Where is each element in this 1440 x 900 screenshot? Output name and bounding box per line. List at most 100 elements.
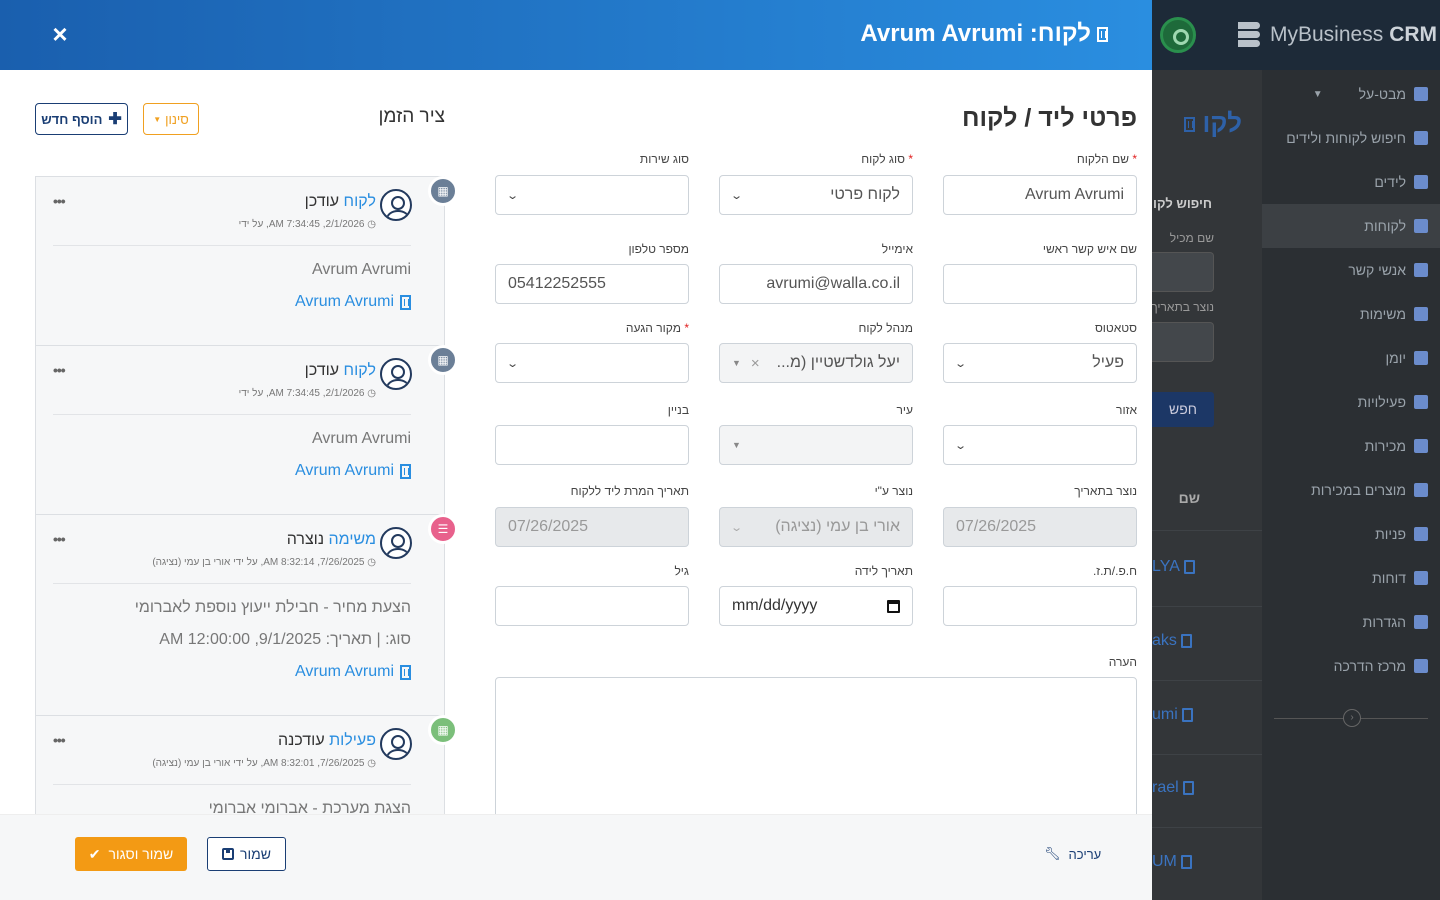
gear-icon bbox=[1414, 615, 1428, 629]
note-textarea[interactable] bbox=[495, 677, 1137, 837]
avatar-icon bbox=[380, 189, 412, 221]
customer-link[interactable]: Avrum Avrumi bbox=[295, 293, 411, 311]
sidebar-item-5: משימות bbox=[1360, 292, 1428, 336]
calendar-icon bbox=[1414, 395, 1428, 409]
logo-mark-icon bbox=[1238, 20, 1264, 50]
plus-icon: ✚ bbox=[108, 111, 122, 128]
building-icon bbox=[1182, 781, 1194, 795]
sidebar-item-13: מרכז הדרכה bbox=[1334, 644, 1428, 688]
building-icon bbox=[1414, 219, 1428, 233]
building-icon bbox=[400, 664, 411, 680]
event-link[interactable]: משימה bbox=[329, 531, 376, 548]
bg-search-button: חפש bbox=[1152, 392, 1214, 427]
label-created-date: נוצר בתאריך bbox=[1074, 484, 1137, 498]
event-title: פעילות עודכנה bbox=[278, 732, 376, 749]
avatar-icon bbox=[380, 728, 412, 760]
card-divider bbox=[53, 583, 411, 584]
calendar-icon bbox=[1414, 351, 1428, 365]
box-icon bbox=[1414, 483, 1428, 497]
customer-type-select[interactable]: לקוח פרטי ⌄ bbox=[719, 175, 913, 215]
save-close-button[interactable]: שמור וסגור ✔ bbox=[75, 837, 187, 871]
email-input[interactable]: avrumi@walla.co.il bbox=[719, 264, 913, 304]
form-title: פרטי ליד / לקוח bbox=[961, 104, 1137, 132]
event-link[interactable]: לקוח bbox=[344, 193, 376, 210]
calendar-icon[interactable] bbox=[887, 599, 900, 613]
check-icon: ✔ bbox=[88, 845, 101, 862]
edit-button[interactable]: עריכה 🔧︎ bbox=[1044, 846, 1101, 862]
source-select[interactable]: ⌄ bbox=[495, 343, 689, 383]
card-divider bbox=[53, 784, 411, 785]
event-link[interactable]: לקוח bbox=[344, 362, 376, 379]
list-icon: ☰ bbox=[428, 514, 458, 544]
bg-page-title: לקו bbox=[1152, 108, 1242, 139]
sidebar-item-4: אנשי קשר bbox=[1348, 248, 1428, 292]
label-status: סטאטוס bbox=[1094, 321, 1137, 335]
label-customer-name: * שם הלקוח bbox=[1076, 152, 1137, 166]
add-new-button[interactable]: ✚ הוסף חדש bbox=[35, 103, 128, 135]
more-options-icon[interactable]: ••• bbox=[53, 531, 66, 547]
question-icon bbox=[1414, 659, 1428, 673]
bg-column-name: שם bbox=[1178, 490, 1200, 506]
clear-icon[interactable]: × bbox=[751, 355, 760, 372]
bg-table-row: rael bbox=[1152, 779, 1200, 797]
building-input[interactable] bbox=[495, 425, 689, 465]
label-manager: מנהל לקוח bbox=[858, 321, 913, 335]
whatsapp-icon[interactable] bbox=[1160, 17, 1196, 53]
bg-row-divider bbox=[1152, 754, 1262, 755]
list-icon bbox=[1414, 307, 1428, 321]
age-input[interactable] bbox=[495, 586, 689, 626]
filter-button[interactable]: סינון ▼ bbox=[143, 103, 199, 135]
save-button[interactable]: שמור bbox=[207, 837, 286, 871]
region-select[interactable]: ⌄ bbox=[943, 425, 1137, 465]
created-by-select: אורי בן עמי (נציגה) ⌄ bbox=[719, 507, 913, 547]
status-select[interactable]: פעיל ⌄ bbox=[943, 343, 1137, 383]
label-phone: מספר טלפון bbox=[628, 242, 689, 256]
customer-link[interactable]: Avrum Avrumi bbox=[295, 663, 411, 681]
label-age: גיל bbox=[674, 564, 689, 578]
service-type-select[interactable]: ⌄ bbox=[495, 175, 689, 215]
timeline-title: ציר הזמן bbox=[378, 106, 445, 127]
more-options-icon[interactable]: ••• bbox=[53, 362, 66, 378]
caret-down-icon: ▼ bbox=[732, 358, 741, 368]
bg-row-divider bbox=[1152, 530, 1262, 531]
city-select[interactable]: ▼ bbox=[719, 425, 913, 465]
contact-name-input[interactable] bbox=[943, 264, 1137, 304]
wrench-icon: 🔧︎ bbox=[1044, 846, 1061, 861]
event-title: לקוח עודכן bbox=[304, 193, 376, 210]
event-link[interactable]: פעילות bbox=[329, 732, 376, 749]
clock-icon: ◷ bbox=[367, 219, 376, 230]
building-icon bbox=[1097, 26, 1108, 42]
event-meta: ◷ 2/1/2026, 7:34:45 AM, על ידי bbox=[238, 219, 376, 230]
clock-icon: ◷ bbox=[367, 557, 376, 568]
phone-input[interactable]: 05412252555 bbox=[495, 264, 689, 304]
caret-down-icon: ▼ bbox=[732, 440, 741, 450]
customer-name-input[interactable]: Avrum Avrumi bbox=[943, 175, 1137, 215]
card-divider bbox=[53, 245, 411, 246]
file-icon bbox=[1414, 571, 1428, 585]
sidebar-item-2: לידים bbox=[1374, 160, 1428, 204]
bg-table-row: umi bbox=[1152, 706, 1200, 724]
close-button[interactable]: × bbox=[48, 20, 72, 48]
bg-label-date: נוצר בתאריך bbox=[1152, 300, 1214, 314]
event-line: סוג: | תאריך: 9/1/2025, 12:00:00 AM bbox=[159, 631, 411, 648]
floppy-icon bbox=[222, 848, 235, 860]
birth-date-input[interactable]: mm/dd/yyyy bbox=[719, 586, 913, 626]
handshake-icon bbox=[1414, 439, 1428, 453]
building-icon bbox=[1183, 560, 1195, 574]
manager-select[interactable]: יעל גולדשטיין (מ... × ▼ bbox=[719, 343, 913, 383]
label-building: בניין bbox=[667, 403, 689, 417]
more-options-icon[interactable]: ••• bbox=[53, 193, 66, 209]
modal-title: לקוח: Avrum Avrumi bbox=[860, 20, 1108, 48]
customer-link[interactable]: Avrum Avrumi bbox=[295, 462, 411, 480]
card-divider bbox=[53, 414, 411, 415]
id-number-input[interactable] bbox=[943, 586, 1137, 626]
building-icon bbox=[400, 294, 411, 310]
event-meta: ◷ 7/26/2025, 8:32:14 AM, על ידי אורי בן … bbox=[152, 557, 376, 568]
user-icon bbox=[1414, 263, 1428, 277]
avatar-icon bbox=[380, 358, 412, 390]
more-options-icon[interactable]: ••• bbox=[53, 732, 66, 748]
bg-row-divider bbox=[1152, 606, 1262, 607]
modal-header: × לקוח: Avrum Avrumi bbox=[0, 0, 1152, 70]
timeline-card: לקוח עודכן ◷ 2/1/2026, 7:34:45 AM, על ידי… bbox=[35, 176, 445, 346]
collapse-sidebar-icon[interactable]: › bbox=[1343, 709, 1361, 727]
